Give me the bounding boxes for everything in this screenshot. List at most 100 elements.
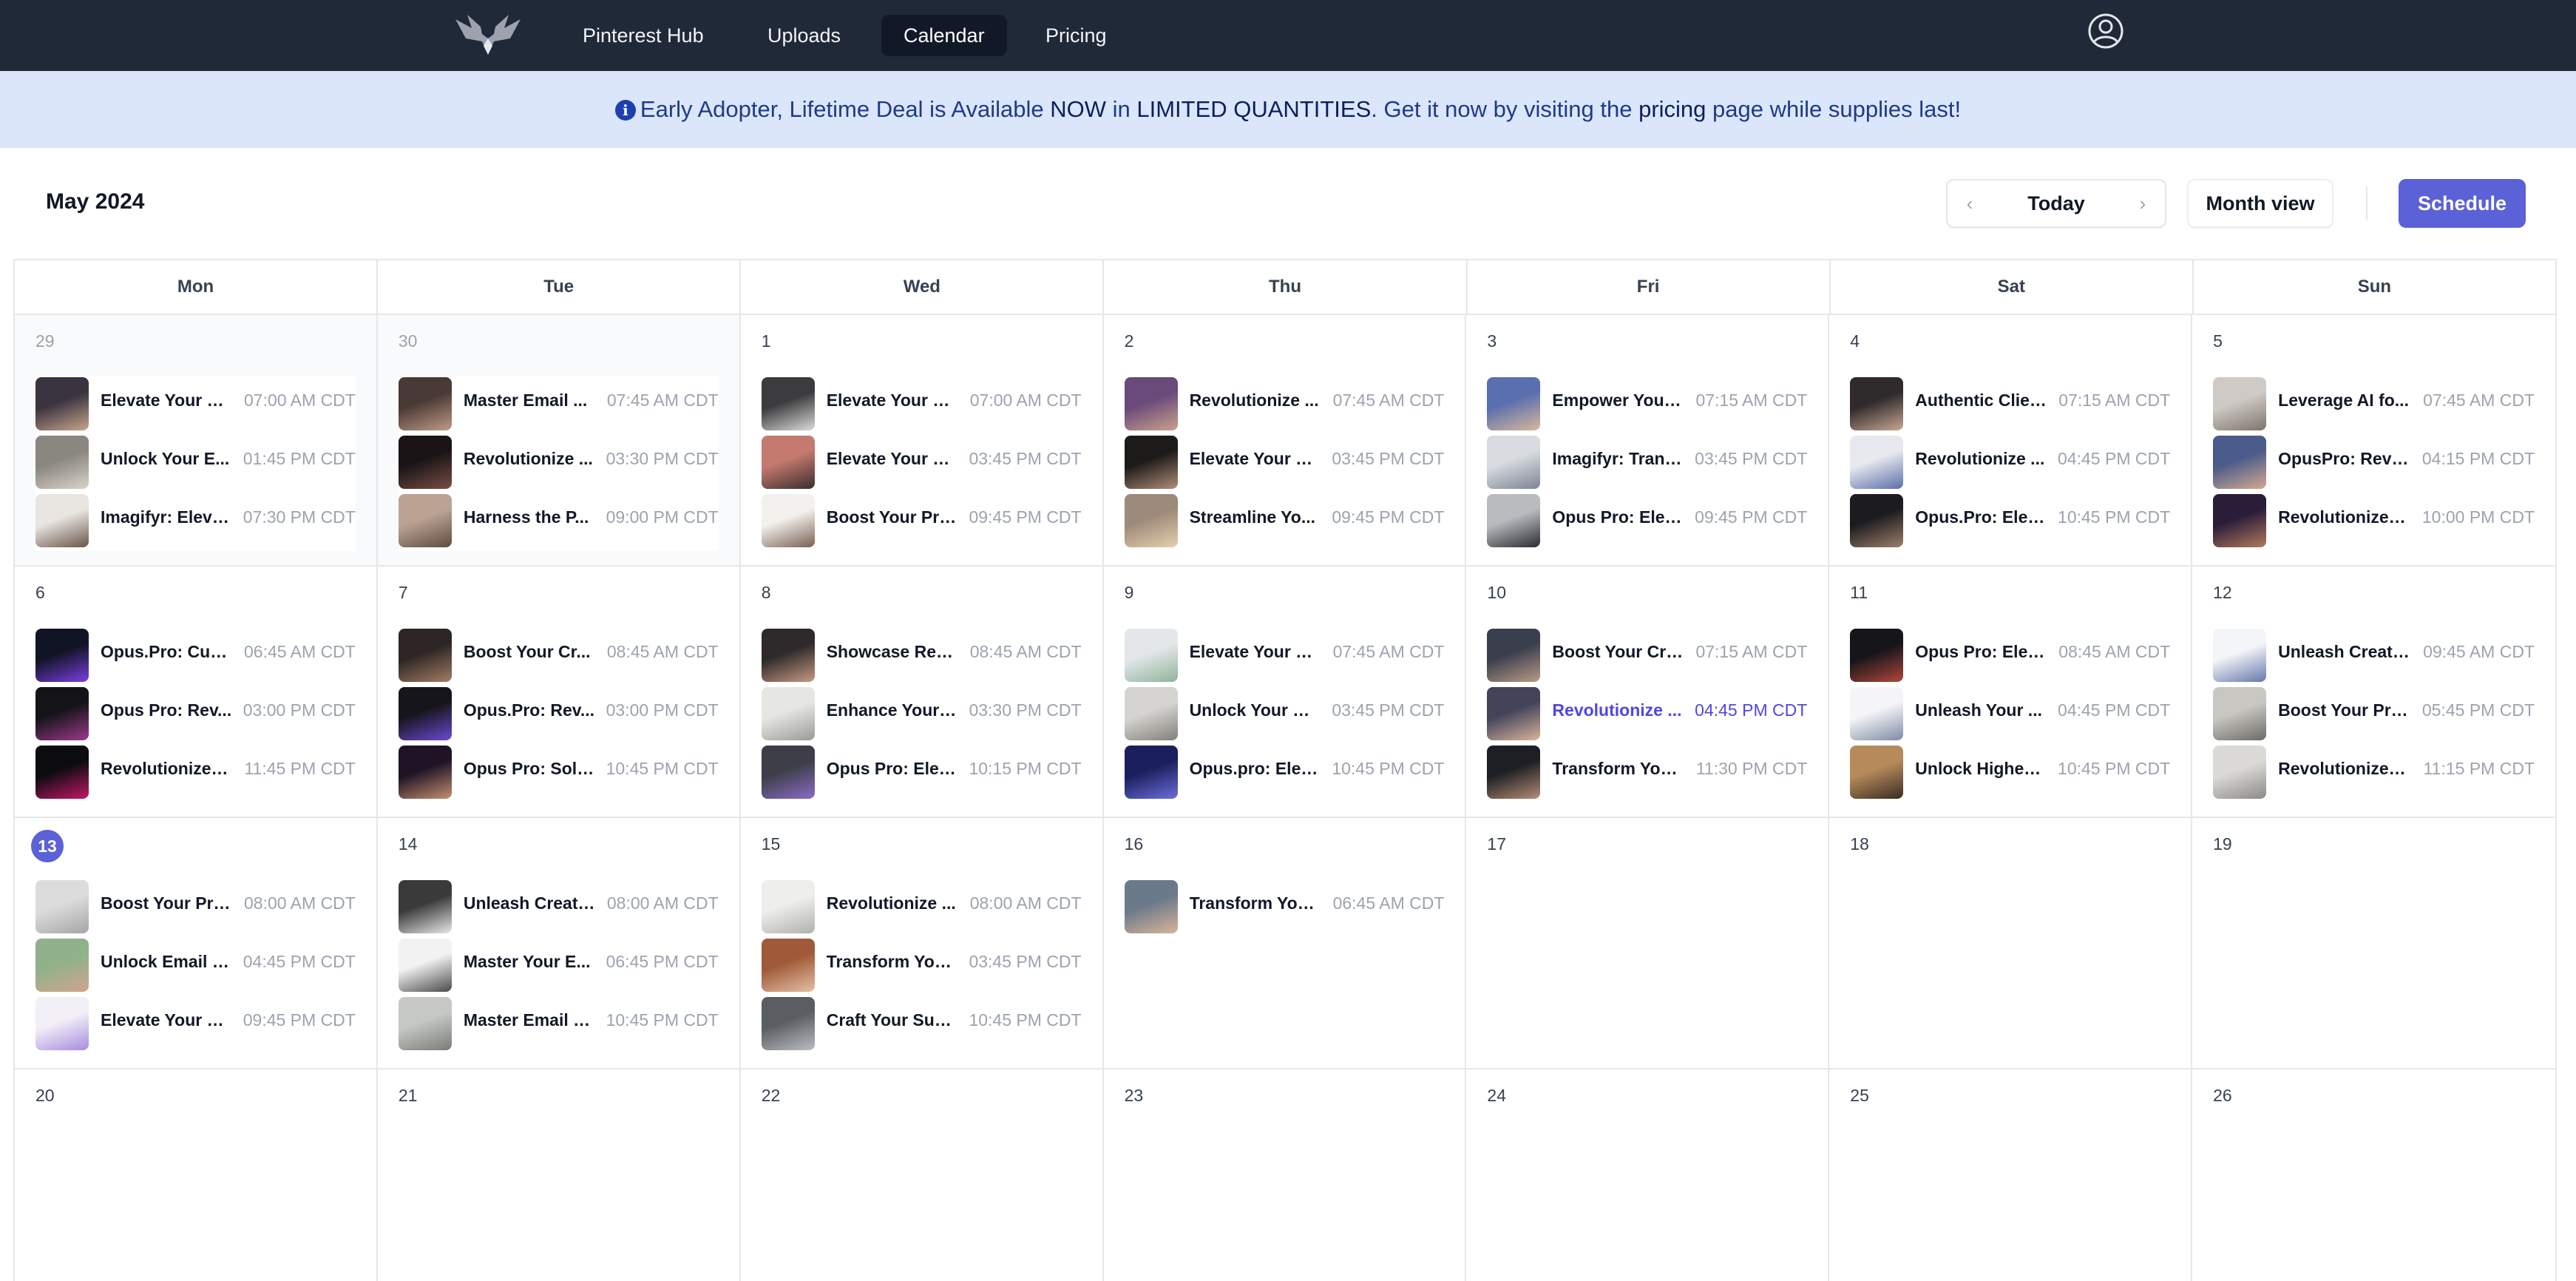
day-cell[interactable]: 3 Empower Your ... 07:15 AM CDT Imagifyr: T… <box>1466 315 1830 567</box>
day-cell[interactable]: 16 Transform You... 06:45 AM CDT <box>1103 818 1467 1069</box>
scheduled-post[interactable]: Boost Your Pro... 09:45 PM CDT <box>761 493 1082 551</box>
scheduled-post[interactable]: Opus Pro: Elev... 09:45 PM CDT <box>1487 493 1807 551</box>
scheduled-post[interactable]: Revolutionize ... 03:30 PM CDT <box>398 434 719 493</box>
nav-link-pricing[interactable]: Pricing <box>1023 15 1129 56</box>
scheduled-post[interactable]: Revolutionize Y... 11:15 PM CDT <box>2213 744 2535 802</box>
day-cell[interactable]: 5 Leverage AI fo... 07:45 AM CDT OpusPro: R… <box>2192 315 2555 567</box>
scheduled-post[interactable]: Revolutionize ... 07:45 AM CDT <box>1124 376 1444 434</box>
day-cell[interactable]: 22 <box>740 1069 1104 1281</box>
scheduled-post[interactable]: Unlock Email S... 04:45 PM CDT <box>35 937 356 996</box>
day-cell[interactable]: 26 <box>2192 1069 2555 1281</box>
scheduled-post[interactable]: Elevate Your E... 03:45 PM CDT <box>761 434 1082 493</box>
scheduled-post[interactable]: Boost Your Cr... 08:45 AM CDT <box>398 627 719 686</box>
day-cell[interactable]: 9 Elevate Your B... 07:45 AM CDT Unlock You… <box>1103 567 1467 818</box>
day-cell[interactable]: 19 <box>2192 818 2555 1069</box>
scheduled-post[interactable]: Opus.Pro: Rev... 03:00 PM CDT <box>398 686 719 744</box>
scheduled-post[interactable]: Elevate Your B... 07:00 AM CDT <box>35 376 356 434</box>
day-number: 20 <box>35 1086 55 1105</box>
scheduled-post[interactable]: Craft Your Suc... 10:45 PM CDT <box>761 996 1082 1054</box>
day-cell[interactable]: 10 Boost Your Cre... 07:15 AM CDT Revolutio… <box>1466 567 1830 818</box>
schedule-button[interactable]: Schedule <box>2399 179 2526 228</box>
scheduled-post[interactable]: Boost Your Pro... 05:45 PM CDT <box>2213 686 2535 744</box>
chevron-left-icon[interactable]: ‹ <box>1948 180 1992 226</box>
month-view-dropdown[interactable]: Month view <box>2187 179 2333 228</box>
scheduled-post[interactable]: Unleash Creati... 08:00 AM CDT <box>398 879 719 937</box>
scheduled-post[interactable]: Opus.Pro: Elev... 10:45 PM CDT <box>1850 493 2170 551</box>
day-cell[interactable]: 23 <box>1103 1069 1467 1281</box>
day-cell[interactable]: 25 <box>1829 1069 2193 1281</box>
day-cell[interactable]: 24 <box>1466 1069 1830 1281</box>
scheduled-post[interactable]: Imagifyr: Eleva... 07:30 PM CDT <box>35 493 356 551</box>
scheduled-post[interactable]: Showcase Rea... 08:45 AM CDT <box>761 627 1082 686</box>
scheduled-post[interactable]: Leverage AI fo... 07:45 AM CDT <box>2213 376 2535 434</box>
scheduled-post[interactable]: Unlock Your E... 01:45 PM CDT <box>35 434 356 493</box>
scheduled-post[interactable]: Transform You... 06:45 AM CDT <box>1124 879 1444 937</box>
day-cell[interactable]: 14 Unleash Creati... 08:00 AM CDT Master Yo… <box>377 818 741 1069</box>
post-thumbnail <box>35 377 89 430</box>
scheduled-post[interactable]: Imagifyr: Trans... 03:45 PM CDT <box>1487 434 1807 493</box>
user-account-icon[interactable] <box>2087 12 2125 50</box>
scheduled-post[interactable]: Authentic Clien... 07:15 AM CDT <box>1850 376 2170 434</box>
day-cell[interactable]: 7 Boost Your Cr... 08:45 AM CDT Opus.Pro: R… <box>377 567 741 818</box>
scheduled-post[interactable]: Elevate Your E... 09:45 PM CDT <box>35 996 356 1054</box>
scheduled-post[interactable]: Opus Pro: Rev... 03:00 PM CDT <box>35 686 356 744</box>
nav-link-calendar[interactable]: Calendar <box>881 15 1007 56</box>
event-list: Boost Your Cre... 07:15 AM CDT Revolutioni… <box>1487 627 1807 802</box>
day-cell[interactable]: 30 Master Email ... 07:45 AM CDT Revolution… <box>377 315 741 567</box>
day-cell[interactable]: 2 Revolutionize ... 07:45 AM CDT Elevate Yo… <box>1103 315 1467 567</box>
day-cell[interactable]: 4 Authentic Clien... 07:15 AM CDT Revolutio… <box>1829 315 2193 567</box>
day-cell[interactable]: 12 Unleash Creati... 09:45 AM CDT Boost You… <box>2192 567 2555 818</box>
scheduled-post[interactable]: Unlock Your W... 03:45 PM CDT <box>1124 686 1444 744</box>
day-cell[interactable]: 1 Elevate Your E... 07:00 AM CDT Elevate Yo… <box>740 315 1104 567</box>
day-cell[interactable]: 29 Elevate Your B... 07:00 AM CDT Unlock Yo… <box>15 315 378 567</box>
scheduled-post[interactable]: Unleash Creati... 09:45 AM CDT <box>2213 627 2535 686</box>
scheduled-post[interactable]: OpusPro: Revol... 04:15 PM CDT <box>2213 434 2535 493</box>
scheduled-post[interactable]: Transform Your... 11:30 PM CDT <box>1487 744 1807 802</box>
scheduled-post[interactable]: Revolutionize Y... 11:45 PM CDT <box>35 744 356 802</box>
scheduled-post[interactable]: Elevate Your B... 03:45 PM CDT <box>1124 434 1444 493</box>
scheduled-post[interactable]: Harness the P... 09:00 PM CDT <box>398 493 719 551</box>
scheduled-post[interactable]: Boost Your Cre... 07:15 AM CDT <box>1487 627 1807 686</box>
post-title: Elevate Your E... <box>101 1010 232 1030</box>
winged-logo-icon[interactable] <box>453 9 523 62</box>
scheduled-post[interactable]: Opus.pro: Elev... 10:45 PM CDT <box>1124 744 1444 802</box>
day-cell[interactable]: 18 <box>1829 818 2193 1069</box>
day-cell[interactable]: 11 Opus Pro: Elev... 08:45 AM CDT Unleash Y… <box>1829 567 2193 818</box>
scheduled-post[interactable]: Streamline Yo... 09:45 PM CDT <box>1124 493 1444 551</box>
day-number: 26 <box>2213 1086 2232 1105</box>
scheduled-post[interactable]: Opus Pro: Solu... 10:45 PM CDT <box>398 744 719 802</box>
scheduled-post[interactable]: Master Your E... 06:45 PM CDT <box>398 937 719 996</box>
scheduled-post[interactable]: Opus.Pro: Cutt... 06:45 AM CDT <box>35 627 356 686</box>
banner-pricing-link[interactable]: pricing <box>1638 96 1706 122</box>
scheduled-post[interactable]: Boost Your Pro... 08:00 AM CDT <box>35 879 356 937</box>
nav-link-pinterest-hub[interactable]: Pinterest Hub <box>560 15 726 56</box>
scheduled-post[interactable]: Elevate Your B... 07:45 AM CDT <box>1124 627 1444 686</box>
scheduled-post[interactable]: Master Email ... 07:45 AM CDT <box>398 376 719 434</box>
scheduled-post[interactable]: Opus Pro: Elev... 10:15 PM CDT <box>761 744 1082 802</box>
scheduled-post[interactable]: Elevate Your E... 07:00 AM CDT <box>761 376 1082 434</box>
scheduled-post[interactable]: Master Email M... 10:45 PM CDT <box>398 996 719 1054</box>
scheduled-post[interactable]: Opus Pro: Elev... 08:45 AM CDT <box>1850 627 2170 686</box>
event-list: Unleash Creati... 09:45 AM CDT Boost Your … <box>2213 627 2535 802</box>
chevron-right-icon[interactable]: › <box>2121 180 2165 226</box>
scheduled-post[interactable]: Revolutionize ... 04:45 PM CDT <box>1487 686 1807 744</box>
day-cell[interactable]: 17 <box>1466 818 1830 1069</box>
scheduled-post[interactable]: Revolutionize ... 08:00 AM CDT <box>761 879 1082 937</box>
scheduled-post[interactable]: Revolutionize ... 04:45 PM CDT <box>1850 434 2170 493</box>
scheduled-post[interactable]: Enhance Your ... 03:30 PM CDT <box>761 686 1082 744</box>
day-cell[interactable]: 13 Boost Your Pro... 08:00 AM CDT Unlock Em… <box>15 818 378 1069</box>
post-time: 07:00 AM CDT <box>244 391 356 410</box>
day-cell[interactable]: 15 Revolutionize ... 08:00 AM CDT Transform… <box>740 818 1104 1069</box>
scheduled-post[interactable]: Revolutionize Y... 10:00 PM CDT <box>2213 493 2535 551</box>
day-cell[interactable]: 8 Showcase Rea... 08:45 AM CDT Enhance Your… <box>740 567 1104 818</box>
day-cell[interactable]: 20 <box>15 1069 378 1281</box>
scheduled-post[interactable]: Empower Your ... 07:15 AM CDT <box>1487 376 1807 434</box>
day-cell[interactable]: 6 Opus.Pro: Cutt... 06:45 AM CDT Opus Pro: … <box>15 567 378 818</box>
nav-link-uploads[interactable]: Uploads <box>745 15 863 56</box>
scheduled-post[interactable]: Transform You... 03:45 PM CDT <box>761 937 1082 996</box>
scheduled-post[interactable]: Unlock Higher ... 10:45 PM CDT <box>1850 744 2170 802</box>
post-time: 03:45 PM CDT <box>1695 449 1808 468</box>
scheduled-post[interactable]: Unleash Your ... 04:45 PM CDT <box>1850 686 2170 744</box>
day-cell[interactable]: 21 <box>377 1069 741 1281</box>
today-button[interactable]: Today <box>1992 180 2121 226</box>
